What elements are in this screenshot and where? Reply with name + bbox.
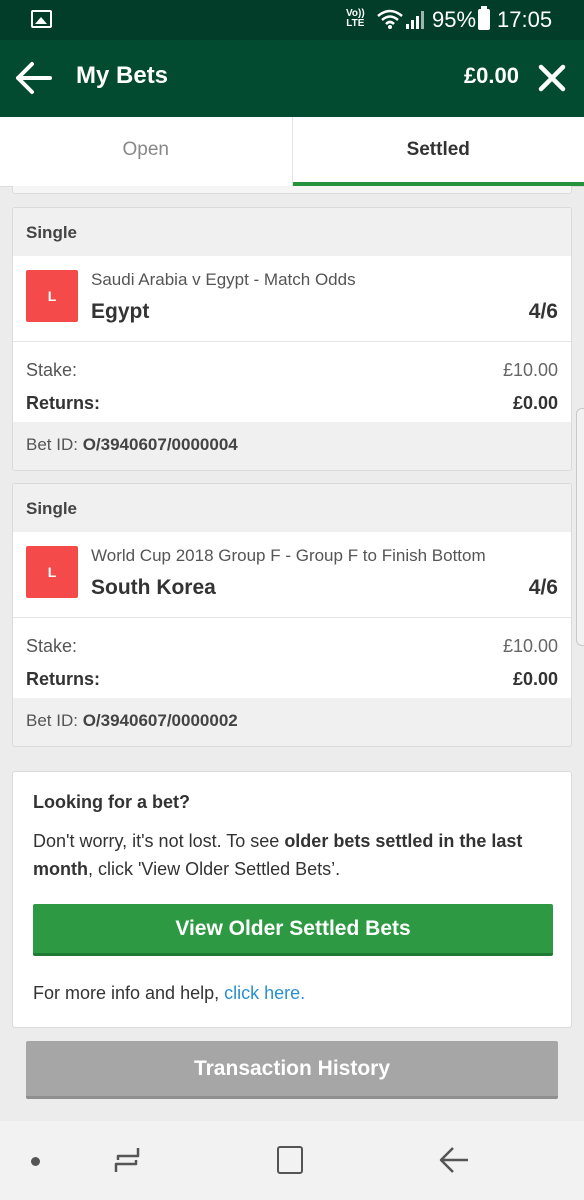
clock: 17:05 — [497, 7, 553, 32]
tab-open[interactable]: Open — [0, 117, 293, 186]
help-link[interactable]: click here. — [224, 983, 305, 1003]
scrollbar-handle[interactable] — [576, 408, 584, 646]
bet-type: Single — [13, 484, 571, 532]
bet-id: Bet ID: O/3940607/0000004 — [13, 422, 571, 470]
arrow-left-icon[interactable] — [12, 58, 54, 98]
stake-value: £10.00 — [502, 636, 558, 656]
bet-id-value: O/3940607/0000002 — [82, 711, 238, 730]
system-nav-bar — [0, 1121, 584, 1200]
help-text: Don't worry, it's not lost. To see older… — [33, 827, 551, 883]
odds: 4/6 — [528, 576, 558, 599]
help-text-end: , click 'View Older Settled Bets’. — [87, 859, 341, 879]
home-icon[interactable] — [277, 1146, 303, 1174]
previous-card-edge — [12, 186, 572, 194]
bet-card: Single L Saudi Arabia v Egypt - Match Od… — [12, 207, 572, 471]
more-info: For more info and help, click here. — [33, 983, 305, 1004]
bet-id-label: Bet ID: — [26, 435, 78, 454]
result-badge: L — [26, 270, 78, 322]
bet-amounts: Stake: £10.00 Returns: £0.00 — [13, 618, 571, 698]
returns-value: £0.00 — [512, 669, 558, 689]
market-name: Saudi Arabia v Egypt - Match Odds — [91, 270, 356, 289]
battery-icon — [478, 6, 490, 30]
signal-icon — [406, 11, 424, 29]
stake-value: £10.00 — [502, 360, 558, 380]
tab-settled[interactable]: Settled — [292, 117, 584, 186]
help-card: Looking for a bet? Don't worry, it's not… — [12, 771, 572, 1028]
returns-value: £0.00 — [512, 393, 558, 413]
back-icon[interactable] — [438, 1145, 470, 1175]
close-icon[interactable] — [537, 63, 567, 93]
selection-name: Egypt — [91, 300, 150, 323]
help-heading: Looking for a bet? — [33, 792, 190, 812]
market-name: World Cup 2018 Group F - Group F to Fini… — [91, 546, 486, 565]
app-header: My Bets £0.00 — [0, 40, 584, 117]
volte-icon: Vo)) LTE — [346, 9, 365, 29]
returns-label: Returns: — [26, 393, 101, 413]
battery-percent: 95% — [432, 7, 477, 32]
dot-icon[interactable] — [31, 1157, 40, 1166]
recents-icon[interactable] — [110, 1145, 144, 1175]
selection-name: South Korea — [91, 576, 216, 599]
bet-selection: L Saudi Arabia v Egypt - Match Odds Egyp… — [13, 256, 571, 342]
account-balance[interactable]: £0.00 — [464, 63, 519, 89]
result-badge: L — [26, 546, 78, 598]
wifi-icon — [377, 9, 403, 29]
bet-amounts: Stake: £10.00 Returns: £0.00 — [13, 342, 571, 422]
page-title: My Bets — [76, 62, 169, 89]
bet-id-label: Bet ID: — [26, 711, 78, 730]
bet-id-value: O/3940607/0000004 — [82, 435, 238, 454]
bet-type: Single — [13, 208, 571, 256]
status-bar: Vo)) LTE 95% 17:05 — [0, 0, 584, 40]
stake-label: Stake: — [26, 360, 78, 380]
image-icon — [31, 10, 52, 28]
bet-selection: L World Cup 2018 Group F - Group F to Fi… — [13, 532, 571, 618]
more-info-text: For more info and help, — [33, 983, 225, 1003]
bet-card: Single L World Cup 2018 Group F - Group … — [12, 483, 572, 747]
bet-id: Bet ID: O/3940607/0000002 — [13, 698, 571, 746]
transaction-history-button[interactable]: Transaction History — [26, 1041, 558, 1099]
lte-label: LTE — [346, 18, 365, 29]
view-older-settled-bets-button[interactable]: View Older Settled Bets — [33, 904, 553, 956]
odds: 4/6 — [528, 300, 558, 323]
help-text-start: Don't worry, it's not lost. To see — [33, 831, 285, 851]
returns-label: Returns: — [26, 669, 101, 689]
bet-tabs: Open Settled — [0, 117, 584, 187]
stake-label: Stake: — [26, 636, 78, 656]
